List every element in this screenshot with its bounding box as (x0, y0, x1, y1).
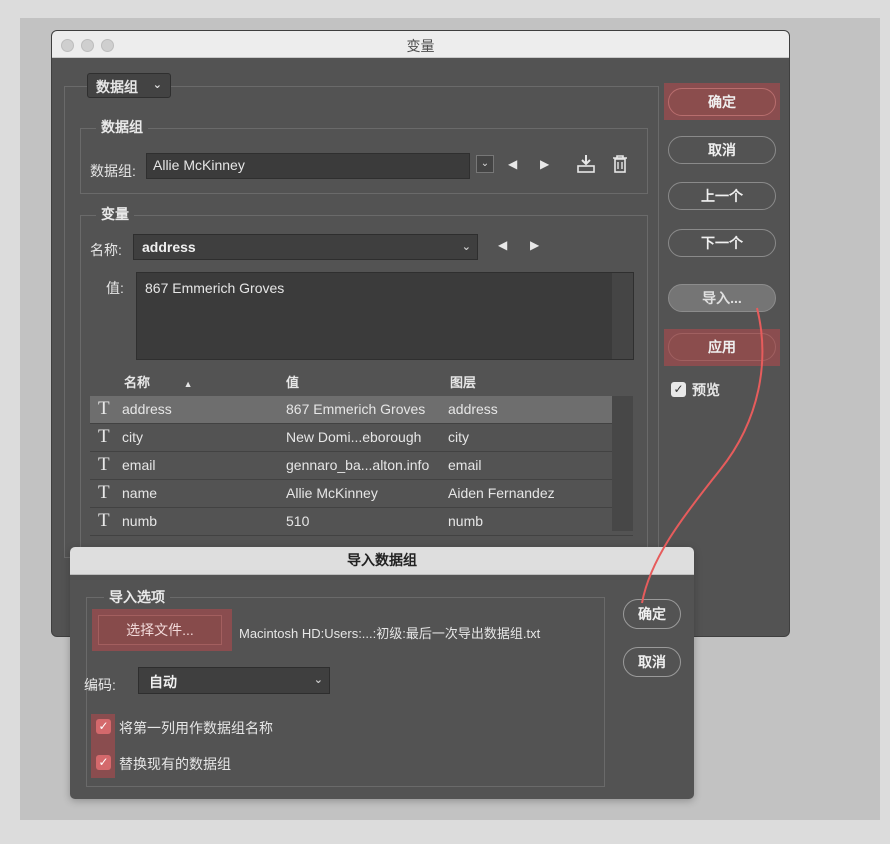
annotation-arrow (641, 307, 764, 604)
